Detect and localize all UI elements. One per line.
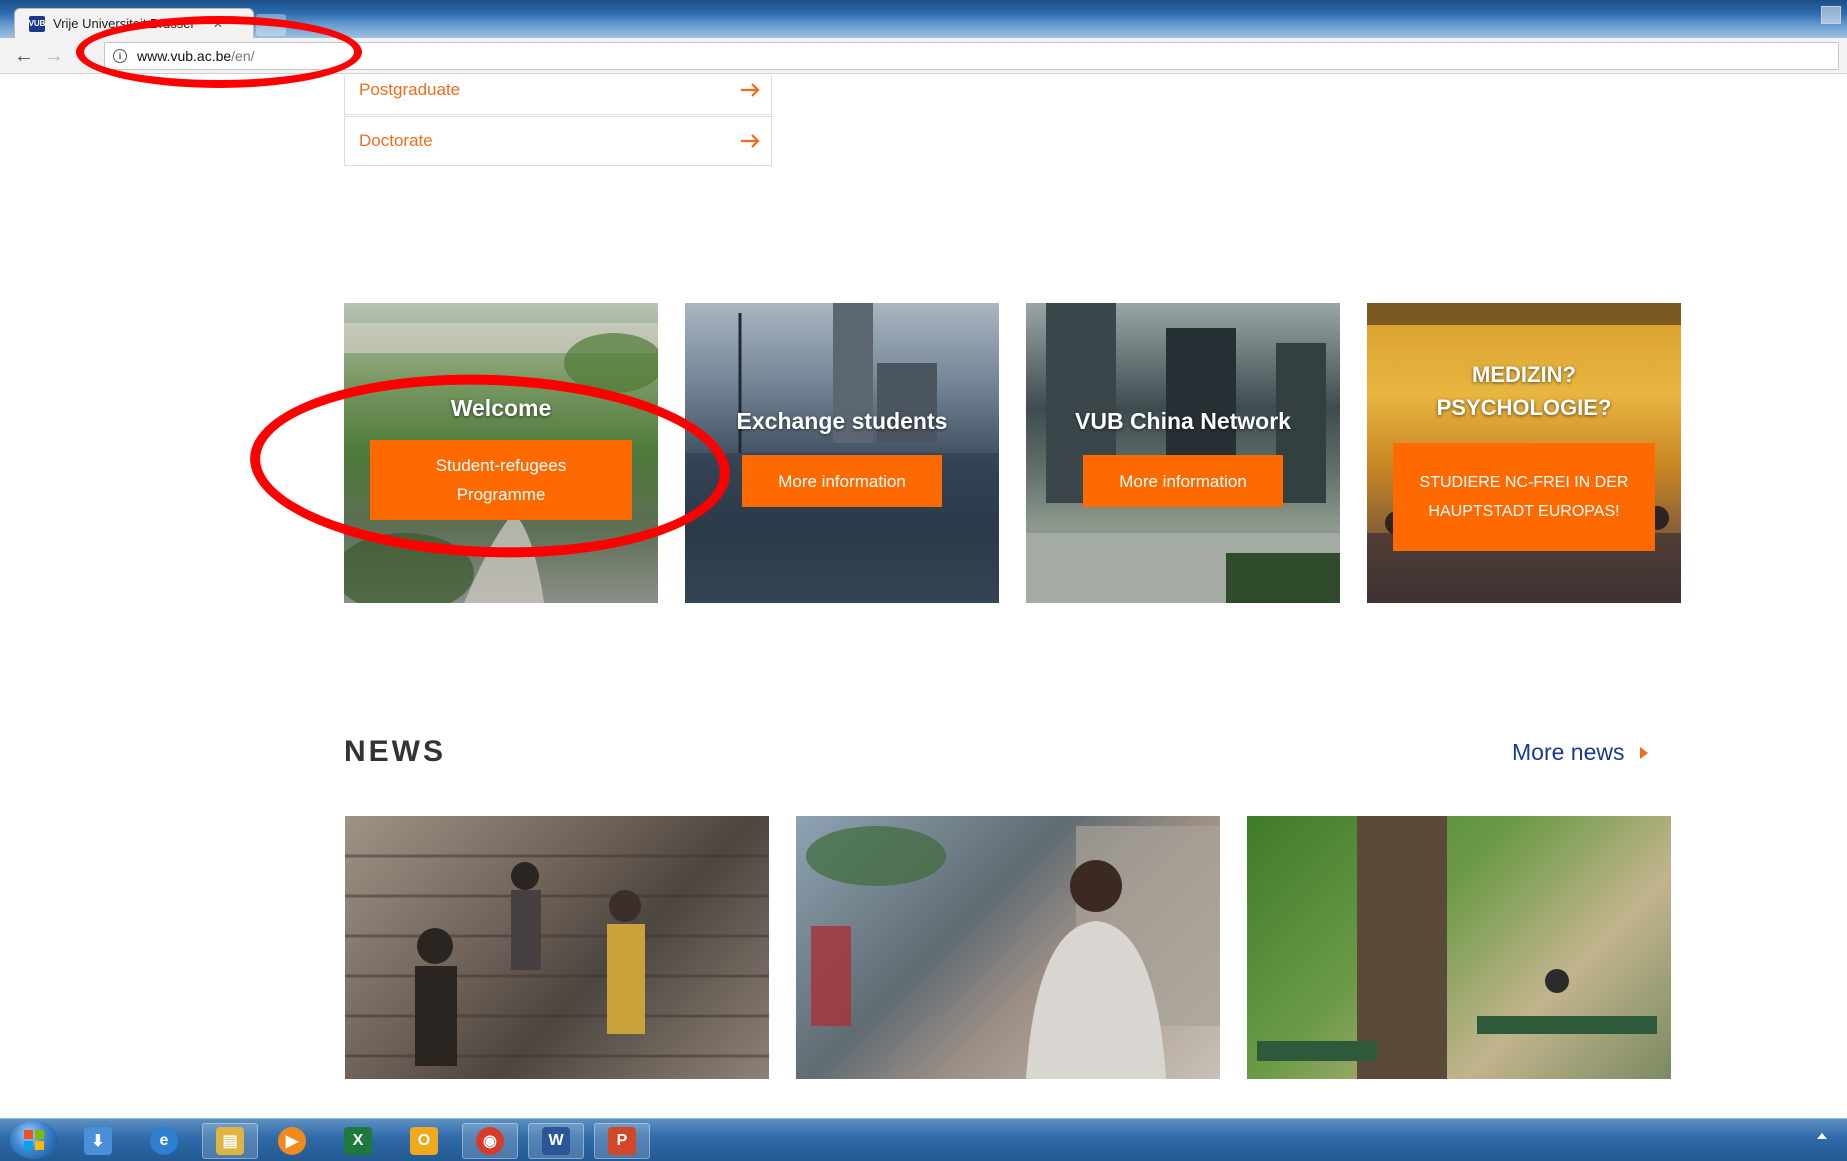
china-network-tile[interactable]: VUB China Network More information — [1026, 303, 1340, 603]
chrome-icon[interactable]: ◉ — [462, 1123, 518, 1159]
explorer-icon[interactable]: ⬇ — [70, 1123, 126, 1159]
word-icon[interactable]: W — [528, 1123, 584, 1159]
city-skyline-image — [1026, 303, 1340, 603]
url-path: /en/ — [231, 48, 255, 64]
studiere-nc-frei-button[interactable]: STUDIERE NC-FREI IN DER HAUPTSTADT EUROP… — [1393, 443, 1655, 551]
tray-expand-icon[interactable] — [1817, 1133, 1827, 1139]
welcome-tile[interactable]: Welcome Student-refugees Programme — [344, 303, 658, 603]
park-with-tree-photo — [1257, 816, 1657, 1079]
doctorate-link[interactable]: Doctorate — [344, 116, 772, 166]
file-manager-icon[interactable]: ▤ — [202, 1123, 258, 1159]
harbor-image — [685, 303, 999, 603]
forward-arrow-icon[interactable]: → — [42, 44, 66, 68]
browser-toolbar: ← → i www.vub.ac.be /en/ — [0, 38, 1847, 74]
news-heading: NEWS — [344, 735, 446, 768]
doctorate-label: Doctorate — [359, 131, 433, 150]
new-tab-button[interactable] — [256, 14, 286, 36]
more-news-label: More news — [1512, 739, 1625, 765]
arrow-right-icon — [741, 134, 760, 148]
arrow-right-icon — [741, 83, 760, 97]
caret-right-icon — [1640, 746, 1649, 759]
student-refugees-button[interactable]: Student-refugees Programme — [370, 440, 632, 520]
window-control-button[interactable] — [1821, 6, 1841, 24]
tab-close-icon[interactable]: ✕ — [213, 17, 223, 31]
site-info-icon[interactable]: i — [113, 49, 127, 63]
news-card[interactable] — [345, 816, 769, 1079]
vub-favicon-icon: VUB — [29, 15, 45, 32]
crowd-on-stairs-photo — [345, 854, 769, 1066]
news-card[interactable] — [1247, 816, 1671, 1079]
tile-title: Exchange students — [736, 408, 948, 434]
powerpoint-icon[interactable]: P — [594, 1123, 650, 1159]
browser-titlebar: VUB Vrije Universiteit Brussel ✕ — [0, 0, 1847, 38]
news-card[interactable] — [796, 816, 1220, 1079]
more-news-link[interactable]: More news — [1512, 739, 1649, 766]
windows-taskbar: ⬇ e ▤ ▶ X O ◉ W P — [0, 1118, 1847, 1161]
address-bar[interactable]: i www.vub.ac.be /en/ — [104, 42, 1839, 70]
outlook-icon[interactable]: O — [396, 1123, 452, 1159]
windows-logo-icon — [24, 1130, 44, 1150]
excel-icon[interactable]: X — [330, 1123, 386, 1159]
tab-title: Vrije Universiteit Brussel — [53, 16, 194, 31]
media-player-icon[interactable]: ▶ — [264, 1123, 320, 1159]
tile-title: Welcome — [450, 395, 552, 421]
postgraduate-link[interactable]: Postgraduate — [344, 75, 772, 115]
url-domain: www.vub.ac.be — [137, 48, 232, 64]
tile-title: VUB China Network — [1075, 408, 1291, 434]
internet-explorer-icon[interactable]: e — [136, 1123, 192, 1159]
browser-tab[interactable]: VUB Vrije Universiteit Brussel ✕ — [14, 8, 254, 38]
china-more-information-button[interactable]: More information — [1083, 455, 1283, 507]
postgraduate-label: Postgraduate — [359, 80, 461, 99]
medizin-tile[interactable]: MEDIZIN? PSYCHOLOGIE? STUDIERE NC-FREI I… — [1367, 303, 1681, 603]
back-arrow-icon[interactable]: ← — [12, 44, 36, 68]
tile-title: MEDIZIN? PSYCHOLOGIE? — [1436, 362, 1612, 420]
exchange-students-tile[interactable]: Exchange students More information — [685, 303, 999, 603]
start-button[interactable] — [10, 1121, 58, 1159]
reload-icon[interactable] — [76, 44, 100, 68]
man-in-square-photo — [806, 826, 1220, 1079]
exchange-more-information-button[interactable]: More information — [742, 455, 942, 507]
page-content: Postgraduate Doctorate Welcome Student-r… — [0, 75, 1847, 1118]
